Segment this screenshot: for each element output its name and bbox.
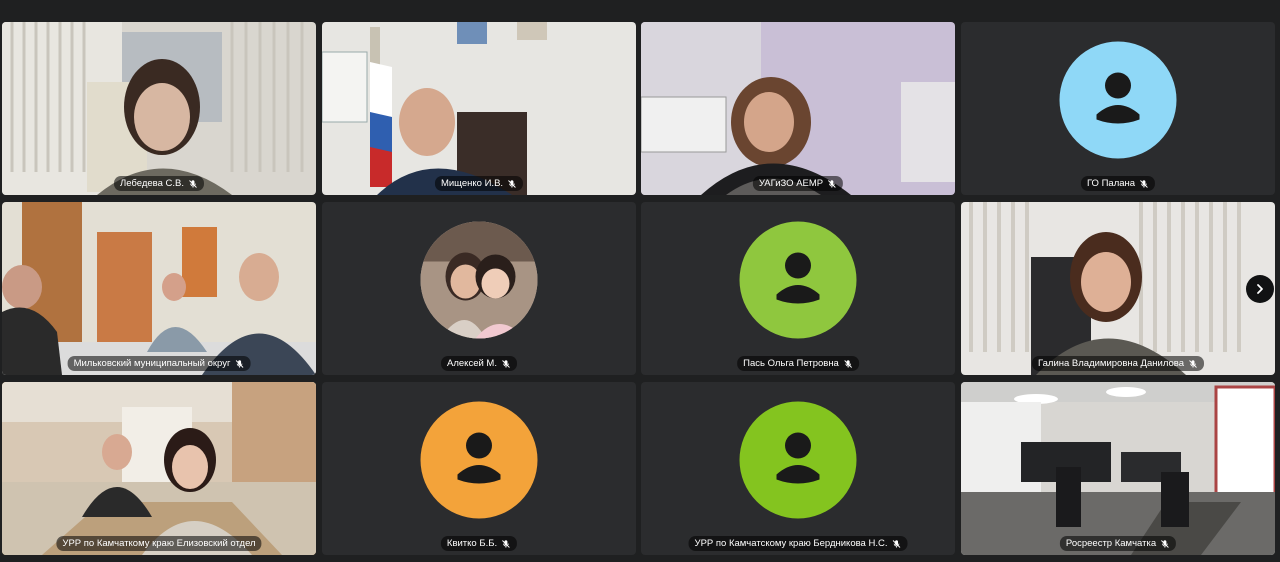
participant-tile[interactable]: Мильковский муниципальный округ <box>2 202 316 375</box>
next-page-button[interactable] <box>1246 275 1274 303</box>
participant-avatar <box>420 401 538 519</box>
participant-name: УАГиЗО АЕМР <box>758 178 824 189</box>
participant-name: Мильковский муниципальный округ <box>73 358 231 369</box>
participant-nameplate: Алексей М. <box>441 356 517 371</box>
participant-tile[interactable]: Росреестр Камчатка <box>961 382 1275 555</box>
participant-name: Галина Владимировна Данилова <box>1038 358 1184 369</box>
participant-nameplate: Квитко Б.Б. <box>440 536 518 551</box>
participant-name: УРР по Камчаткому краю Елизовский отдел <box>62 538 256 549</box>
participant-photo-avatar <box>420 221 538 339</box>
mic-off-icon <box>891 539 901 549</box>
participant-nameplate: Пась Ольга Петровна <box>737 356 859 371</box>
mic-off-icon <box>843 359 853 369</box>
participant-name: ГО Палана <box>1086 178 1136 189</box>
user-icon <box>776 252 820 304</box>
participant-nameplate: Мищенко И.В. <box>434 176 524 191</box>
participant-name: УРР по Камчатскому краю Бердникова Н.С. <box>694 538 888 549</box>
participant-nameplate: УРР по Камчаткому краю Елизовский отдел <box>56 536 262 551</box>
participant-nameplate: ГО Палана <box>1080 176 1156 191</box>
mic-off-icon <box>188 179 198 189</box>
video-feed <box>322 22 636 195</box>
participant-nameplate: Мильковский муниципальный округ <box>67 356 251 371</box>
participant-nameplate: Росреестр Камчатка <box>1059 536 1177 551</box>
video-feed <box>2 382 316 555</box>
participant-name: Мищенко И.В. <box>440 178 504 189</box>
participant-tile[interactable]: Алексей М. <box>322 202 636 375</box>
mic-off-icon <box>1188 359 1198 369</box>
participant-nameplate: Галина Владимировна Данилова <box>1032 356 1204 371</box>
participant-tile-active-speaker[interactable]: УРР по Камчаткому краю Елизовский отдел <box>2 382 316 555</box>
participant-tile[interactable]: УАГиЗО АЕМР <box>641 22 955 195</box>
mic-off-icon <box>501 359 511 369</box>
participant-tile[interactable]: Лебедева С.В. <box>2 22 316 195</box>
participant-nameplate: УРР по Камчатскому краю Бердникова Н.С. <box>688 536 908 551</box>
participant-avatar <box>1059 41 1177 159</box>
mic-off-icon <box>234 359 244 369</box>
user-icon <box>776 432 820 484</box>
mic-off-icon <box>1160 539 1170 549</box>
participant-tile[interactable]: ГО Палана <box>961 22 1275 195</box>
participant-tile[interactable]: Квитко Б.Б. <box>322 382 636 555</box>
participant-tile[interactable]: Пась Ольга Петровна <box>641 202 955 375</box>
mic-off-icon <box>827 179 837 189</box>
participant-name: Алексей М. <box>447 358 497 369</box>
mic-off-icon <box>507 179 517 189</box>
user-icon <box>1096 72 1140 124</box>
participant-name: Квитко Б.Б. <box>446 538 498 549</box>
participant-name: Росреестр Камчатка <box>1065 538 1157 549</box>
participant-avatar <box>739 221 857 339</box>
video-feed <box>961 382 1275 555</box>
video-feed <box>641 22 955 195</box>
mic-off-icon <box>1139 179 1149 189</box>
participant-nameplate: УАГиЗО АЕМР <box>752 176 844 191</box>
participant-tile[interactable]: Галина Владимировна Данилова <box>961 202 1275 375</box>
chevron-right-icon <box>1257 284 1263 294</box>
video-feed <box>961 202 1275 375</box>
video-feed <box>2 202 316 375</box>
mic-off-icon <box>501 539 511 549</box>
participant-tile[interactable]: Мищенко И.В. <box>322 22 636 195</box>
profile-photo <box>420 221 538 339</box>
video-feed <box>2 22 316 195</box>
participant-tile[interactable]: УРР по Камчатскому краю Бердникова Н.С. <box>641 382 955 555</box>
participant-name: Лебедева С.В. <box>120 178 184 189</box>
participant-nameplate: Лебедева С.В. <box>114 176 204 191</box>
participant-name: Пась Ольга Петровна <box>743 358 839 369</box>
participant-avatar <box>739 401 857 519</box>
user-icon <box>457 432 501 484</box>
